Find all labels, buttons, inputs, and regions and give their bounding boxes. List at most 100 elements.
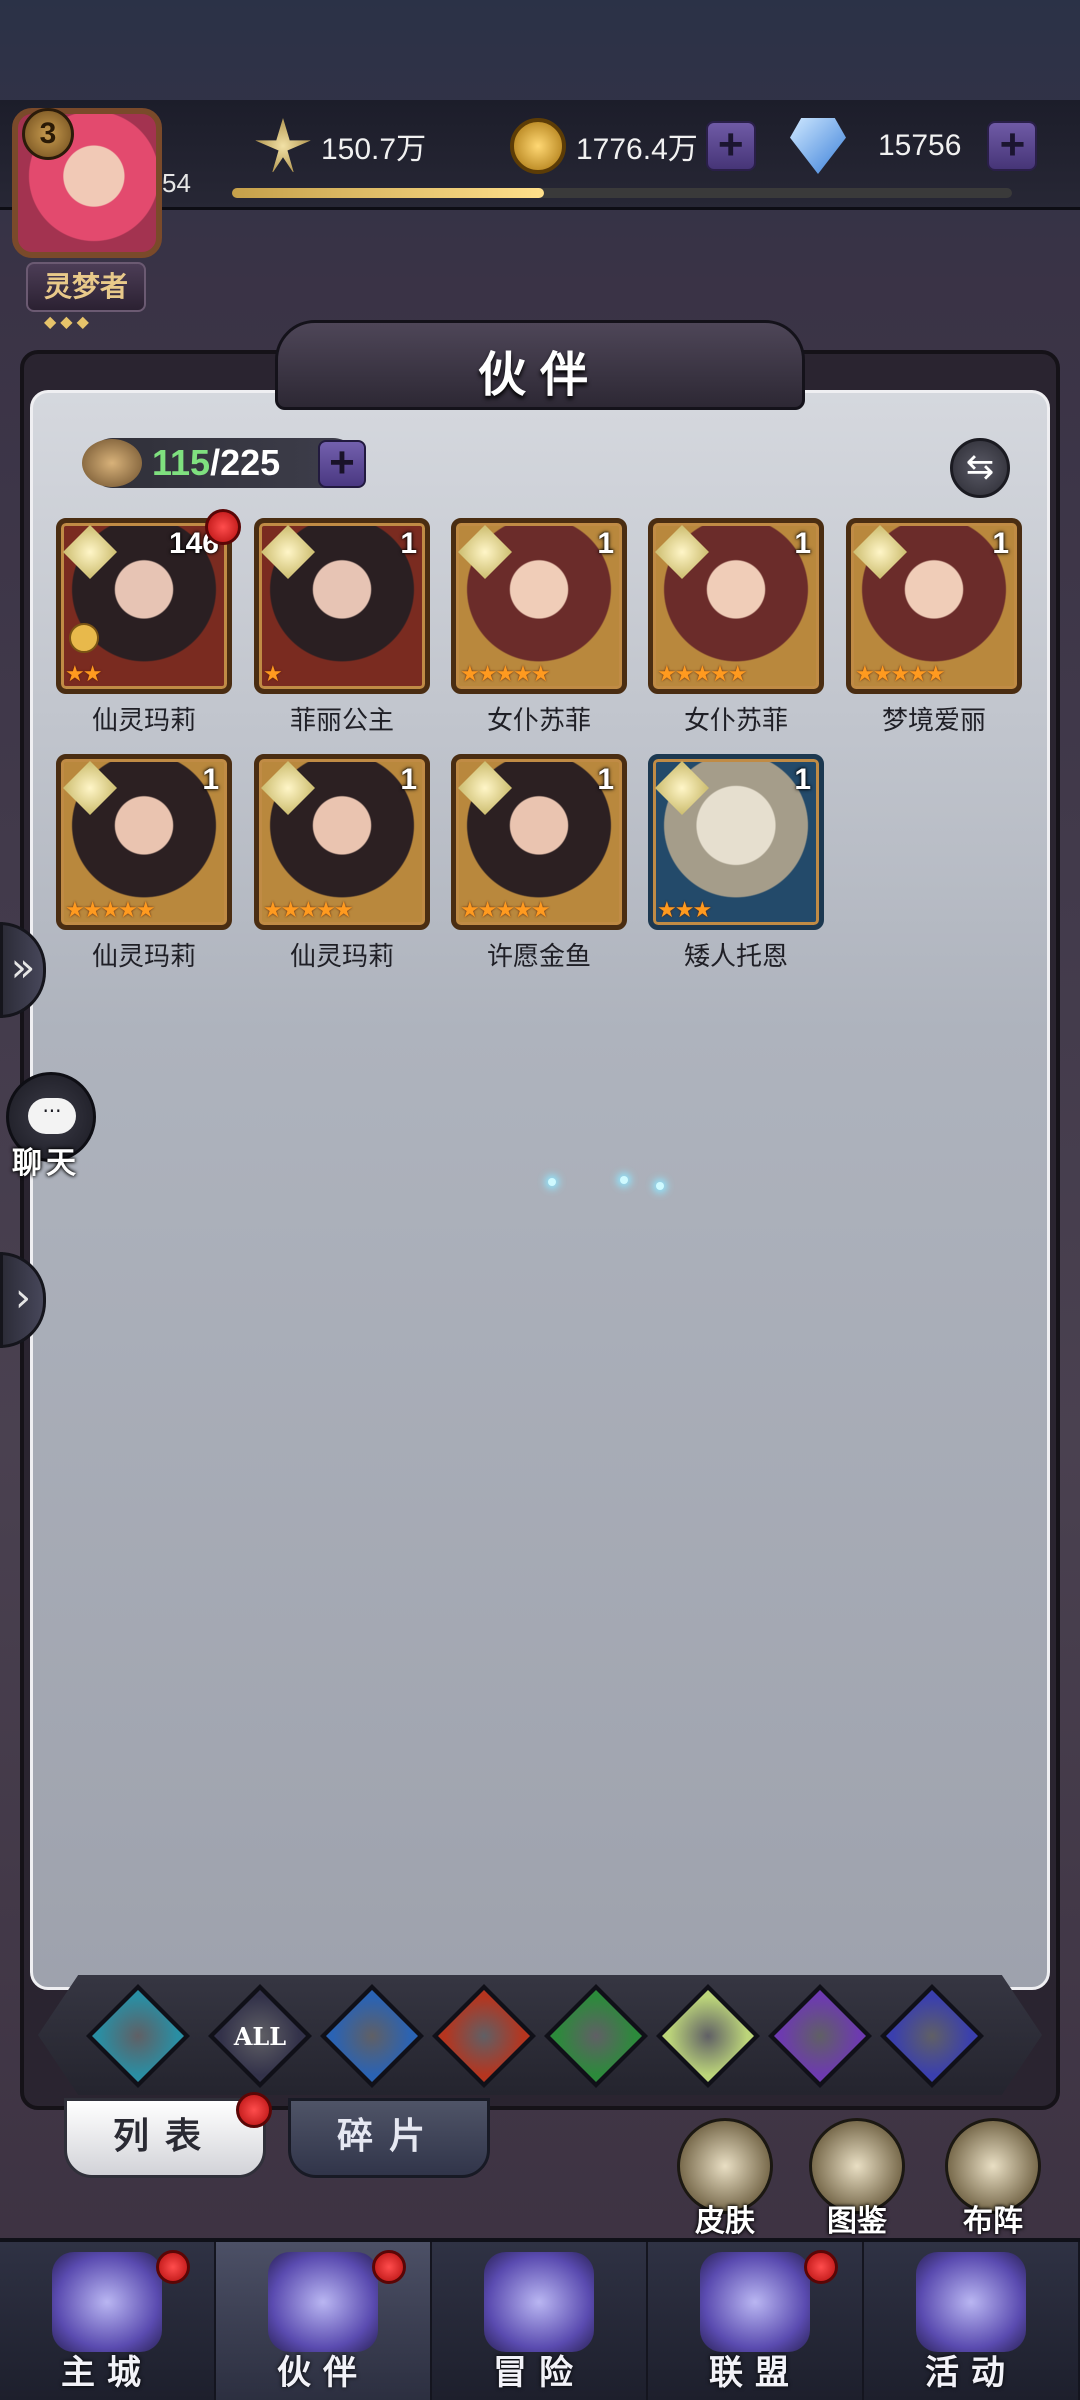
sort-swap-button[interactable]: ⇆ (950, 438, 1010, 498)
sparkle-effect (656, 1182, 664, 1190)
light-element-icon (261, 761, 315, 815)
hero-card[interactable]: 1 ★★★★★ 梦境爱丽 (846, 518, 1022, 737)
add-gold-button[interactable]: + (705, 121, 756, 171)
nav-item[interactable]: 伙伴 (216, 2242, 432, 2400)
codex-label: 图鉴 (827, 2204, 887, 2239)
roster-count-text: 115/225 (152, 442, 280, 484)
expand-roster-button[interactable]: + (318, 440, 366, 488)
nav-label: 活动 (925, 2353, 1017, 2393)
hero-stars: ★★★★★ (263, 898, 354, 923)
formation-label: 布阵 (963, 2204, 1023, 2239)
power-value: 150.7万 (321, 133, 427, 166)
light-element-icon (458, 761, 512, 815)
hero-name: 女仆苏菲 (486, 706, 591, 736)
hero-portrait: 1 ★★★ (648, 754, 824, 930)
gem-value: 15756 (878, 129, 962, 162)
xp-progress-fill (232, 188, 544, 198)
hero-level: 1 (794, 763, 811, 796)
hero-stars: ★★★★★ (460, 898, 551, 923)
add-gem-button[interactable]: + (987, 121, 1038, 171)
hero-card[interactable]: 146 ★★ 仙灵玛莉 (56, 509, 241, 737)
xp-progress-bar (232, 188, 1012, 198)
castle-icon (52, 2252, 162, 2352)
shield-icon (700, 2252, 810, 2352)
lock-icon (69, 623, 99, 653)
hero-portrait: 1 ★★★★★ (648, 518, 824, 694)
roster-separator: / (210, 442, 221, 483)
title-rank-diamonds: ◆◆◆ (44, 312, 93, 331)
hero-stars: ★★★★★ (855, 662, 946, 687)
player-level-badge: 3 (22, 108, 74, 160)
player-xp-level: 54 (162, 168, 191, 198)
sparkle-effect (620, 1176, 628, 1184)
gem-display: 15756 + (790, 116, 1038, 176)
hero-stars: ★★★ (657, 898, 712, 923)
tab-fragments[interactable]: 碎片 (288, 2098, 490, 2178)
formation-button[interactable]: 布阵 (938, 2118, 1048, 2240)
hero-name: 仙灵玛莉 (91, 942, 196, 972)
hero-card[interactable]: 1 ★★★★★ 女仆苏菲 (648, 518, 824, 737)
codex-button[interactable]: 图鉴 (802, 2118, 912, 2240)
page-title: 伙伴 (477, 347, 602, 403)
nav-label: 主城 (61, 2353, 153, 2393)
light-element-icon (655, 525, 709, 579)
light-element-icon (458, 525, 512, 579)
light-element-icon (63, 761, 117, 815)
hero-name: 仙灵玛莉 (91, 706, 196, 736)
page-title-banner: 伙伴 (275, 320, 805, 410)
light-element-icon (261, 525, 315, 579)
hero-stars: ★★★★★ (460, 662, 551, 687)
player-title[interactable]: 灵梦者 (26, 262, 146, 312)
hero-portrait: 146 ★★ (56, 509, 241, 694)
hero-level: 1 (400, 527, 417, 560)
nav-item[interactable]: 活动 (864, 2242, 1080, 2400)
skin-button[interactable]: 皮肤 (670, 2118, 780, 2240)
nav-label: 伙伴 (277, 2353, 369, 2393)
tab-list-notification-dot (236, 2092, 272, 2128)
hero-name: 矮人托恩 (683, 942, 788, 972)
notification-dot (372, 2250, 406, 2284)
skin-label: 皮肤 (695, 2204, 755, 2239)
hero-name: 梦境爱丽 (881, 706, 986, 736)
hero-card[interactable]: 1 ★★★ 矮人托恩 (648, 754, 824, 973)
nav-item[interactable]: 冒险 (432, 2242, 648, 2400)
notification-dot (156, 2250, 190, 2284)
bottom-navigation: 主城 伙伴 冒险 联盟 活动 (0, 2238, 1080, 2400)
power-display: 150.7万 (255, 116, 426, 176)
cards-icon (916, 2252, 1026, 2352)
roster-capacity: 225 (220, 442, 281, 483)
notification-dot (804, 2250, 838, 2284)
hero-stars: ★★★★★ (657, 662, 748, 687)
compass-icon (484, 2252, 594, 2352)
hero-portrait: 1 ★★★★★ (451, 518, 627, 694)
nav-item[interactable]: 主城 (0, 2242, 216, 2400)
gold-display: 1776.4万 + (510, 116, 756, 176)
hero-card[interactable]: 1 ★★★★★ 仙灵玛莉 (56, 754, 232, 973)
diamond-gem-icon (790, 118, 846, 174)
hero-level: 1 (202, 763, 219, 796)
hero-portrait: 1 ★ (254, 518, 430, 694)
hero-level: 1 (794, 527, 811, 560)
hero-card[interactable]: 1 ★ 菲丽公主 (254, 518, 430, 737)
hero-level: 1 (597, 763, 614, 796)
hero-card[interactable]: 1 ★★★★★ 女仆苏菲 (451, 518, 627, 737)
hero-card[interactable]: 1 ★★★★★ 仙灵玛莉 (254, 754, 430, 973)
hero-level: 1 (992, 527, 1009, 560)
hero-portrait: 1 ★★★★★ (451, 754, 627, 930)
hero-name: 女仆苏菲 (683, 706, 788, 736)
sparkle-effect (548, 1178, 556, 1186)
hero-portrait: 1 ★★★★★ (846, 518, 1022, 694)
nav-label: 冒险 (493, 2353, 585, 2393)
hero-stars: ★ (263, 662, 283, 687)
hero-portrait: 1 ★★★★★ (254, 754, 430, 930)
light-element-icon (63, 525, 117, 579)
hero-name: 许愿金鱼 (486, 942, 591, 972)
light-element-icon (655, 761, 709, 815)
notification-dot (205, 509, 241, 545)
nav-item[interactable]: 联盟 (648, 2242, 864, 2400)
chat-bubble-icon: ··· (28, 1098, 76, 1134)
witch-hat-icon (268, 2252, 378, 2352)
hero-card[interactable]: 1 ★★★★★ 许愿金鱼 (451, 754, 627, 973)
chat-label: 聊天 (12, 1146, 80, 1181)
hero-name: 仙灵玛莉 (289, 942, 394, 972)
